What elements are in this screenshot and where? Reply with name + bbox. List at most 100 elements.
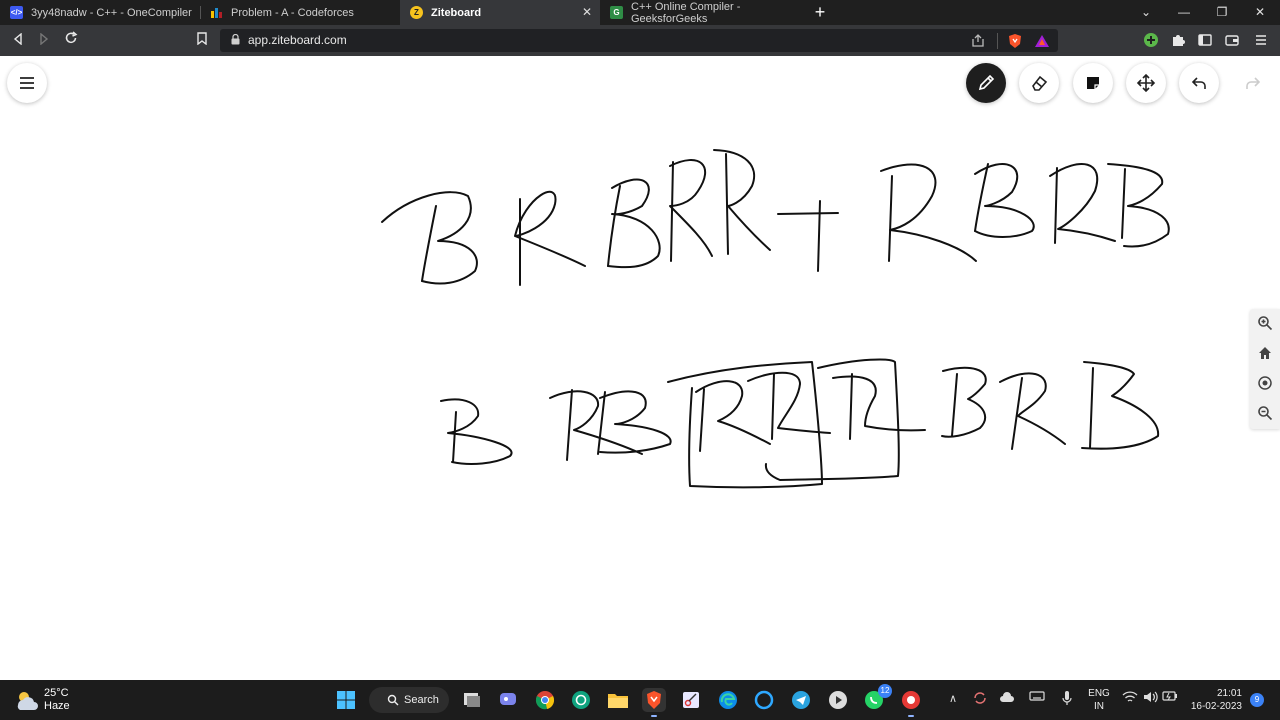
- keyboard-icon[interactable]: [1028, 690, 1046, 708]
- redo-icon: [1246, 77, 1261, 89]
- undo-icon: [1191, 77, 1206, 89]
- cortana-app[interactable]: [752, 688, 776, 712]
- tab-title: Ziteboard: [431, 6, 482, 19]
- show-hidden-icons-button[interactable]: ∧: [944, 690, 962, 708]
- tab-ziteboard[interactable]: Z Ziteboard ✕: [400, 0, 600, 25]
- eraser-tool-button[interactable]: [1019, 63, 1059, 103]
- openai-icon: [572, 691, 590, 709]
- close-tab-icon[interactable]: ✕: [580, 5, 594, 19]
- target-icon: [1258, 376, 1272, 390]
- move-tool-button[interactable]: [1126, 63, 1166, 103]
- whiteboard-canvas[interactable]: [0, 56, 1280, 680]
- taskbar-search[interactable]: Search: [369, 687, 449, 713]
- language-indicator[interactable]: ENG IN: [1087, 687, 1111, 713]
- brave-rewards-icon[interactable]: [1034, 33, 1050, 49]
- telegram-app[interactable]: [789, 688, 813, 712]
- share-icon[interactable]: [970, 33, 986, 49]
- edge-icon: [719, 691, 737, 709]
- snipping-icon: [683, 692, 699, 708]
- bookmark-icon[interactable]: [192, 30, 212, 50]
- brave-browser-app[interactable]: [642, 688, 666, 717]
- restore-button[interactable]: ❐: [1203, 0, 1241, 25]
- sync-icon[interactable]: [971, 690, 989, 708]
- wifi-icon[interactable]: [1121, 690, 1139, 708]
- divider: [997, 33, 998, 49]
- tab-onecompiler[interactable]: </> 3yy48nadw - C++ - OneCompiler: [0, 0, 198, 25]
- sticky-note-icon: [1087, 77, 1099, 89]
- ziteboard-icon: Z: [410, 6, 423, 19]
- new-tab-button[interactable]: +: [810, 2, 830, 22]
- record-icon: [902, 691, 920, 709]
- url-text: app.ziteboard.com: [248, 33, 347, 47]
- chrome-icon: [535, 691, 555, 710]
- reload-button[interactable]: [61, 30, 81, 50]
- search-icon: [387, 694, 399, 706]
- weather-widget[interactable]: 25°C Haze: [14, 686, 70, 714]
- pencil-tool-button[interactable]: [966, 63, 1006, 103]
- screen-recorder-app[interactable]: [899, 688, 923, 717]
- taskbar-clock[interactable]: 21:01 16-02-2023: [1188, 687, 1242, 713]
- windows-icon: [337, 691, 355, 709]
- sidebar-icon[interactable]: [1197, 32, 1213, 48]
- tab-search-icon[interactable]: ⌄: [1127, 0, 1165, 25]
- close-window-button[interactable]: ✕: [1241, 0, 1279, 25]
- active-app-indicator: [651, 715, 657, 717]
- media-player-app[interactable]: [826, 688, 850, 712]
- chat-icon: [500, 693, 516, 705]
- center-view-button[interactable]: [1255, 373, 1275, 393]
- wallet-icon[interactable]: [1224, 32, 1240, 48]
- zoom-in-icon: [1258, 316, 1273, 331]
- chrome-app[interactable]: [533, 688, 557, 712]
- whatsapp-app[interactable]: 12: [862, 684, 892, 712]
- extension-green-icon[interactable]: [1143, 32, 1159, 48]
- windows-taskbar: 25°C Haze Search 12 ∧ ENG IN 21:01 16-02…: [0, 680, 1280, 720]
- edge-app[interactable]: [716, 688, 740, 712]
- eraser-icon: [1032, 75, 1048, 91]
- onecompiler-icon: </>: [10, 6, 23, 19]
- pencil-icon: [978, 74, 995, 91]
- brave-shields-icon[interactable]: [1007, 33, 1023, 49]
- forward-button[interactable]: [34, 30, 54, 50]
- main-menu-button[interactable]: [7, 63, 47, 103]
- task-view-icon: [464, 693, 480, 707]
- lock-icon: [231, 34, 240, 45]
- zoom-out-icon: [1258, 406, 1273, 421]
- browser-menu-icon[interactable]: [1253, 32, 1269, 48]
- tab-title: 3yy48nadw - C++ - OneCompiler: [31, 6, 192, 19]
- task-view-button[interactable]: [460, 688, 484, 712]
- zoom-out-button[interactable]: [1255, 403, 1275, 423]
- brave-icon: [647, 691, 661, 709]
- sticky-note-tool-button[interactable]: [1073, 63, 1113, 103]
- volume-icon[interactable]: [1141, 690, 1159, 708]
- address-bar[interactable]: app.ziteboard.com: [220, 29, 1058, 52]
- zoom-in-button[interactable]: [1255, 313, 1275, 333]
- tab-codeforces[interactable]: Problem - A - Codeforces: [200, 0, 400, 25]
- snipping-tool-app[interactable]: [679, 688, 703, 712]
- minimize-button[interactable]: —: [1165, 0, 1203, 25]
- battery-icon[interactable]: [1161, 690, 1179, 708]
- browser-toolbar: app.ziteboard.com: [0, 25, 1280, 56]
- active-app-indicator: [908, 715, 914, 717]
- chatgpt-app[interactable]: [569, 688, 593, 712]
- file-explorer-app[interactable]: [606, 688, 630, 712]
- teams-chat-app[interactable]: [496, 688, 520, 712]
- tab-geeksforgeeks[interactable]: G C++ Online Compiler - GeeksforGeeks: [600, 0, 800, 25]
- language-code: ENG: [1088, 688, 1110, 699]
- cloud-icon[interactable]: [998, 690, 1016, 708]
- notification-count-badge[interactable]: 9: [1250, 693, 1264, 707]
- extensions-puzzle-icon[interactable]: [1170, 32, 1186, 48]
- zoom-controls: [1250, 309, 1280, 429]
- weather-condition: Haze: [44, 700, 70, 712]
- undo-button[interactable]: [1179, 63, 1219, 103]
- start-button[interactable]: [334, 688, 358, 712]
- microphone-icon[interactable]: [1058, 690, 1076, 708]
- weather-temperature: 25°C: [44, 687, 69, 699]
- home-view-button[interactable]: [1255, 343, 1275, 363]
- codeforces-icon: [210, 6, 223, 19]
- geeksforgeeks-icon: G: [610, 6, 623, 19]
- cortana-icon: [754, 690, 774, 710]
- redo-button[interactable]: [1233, 63, 1273, 103]
- clock-date: 16-02-2023: [1190, 701, 1242, 712]
- back-button[interactable]: [8, 30, 28, 50]
- home-icon: [1259, 347, 1271, 359]
